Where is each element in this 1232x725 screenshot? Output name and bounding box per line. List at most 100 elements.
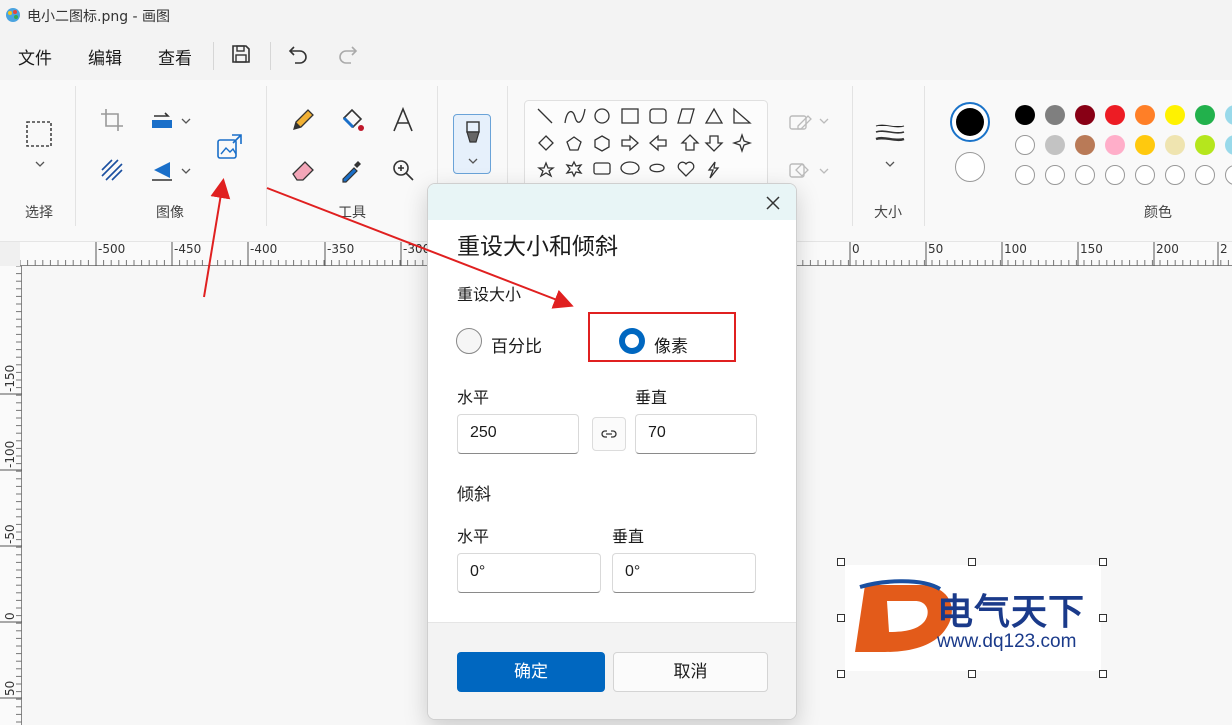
- ruler-label: 50: [928, 242, 944, 256]
- horizontal-size-input[interactable]: 250: [457, 414, 579, 454]
- ruler-ticks: [0, 266, 22, 723]
- resize-handle[interactable]: [837, 614, 845, 622]
- color-swatch[interactable]: [1075, 135, 1095, 155]
- flip-icon[interactable]: [148, 156, 176, 184]
- ruler-label: -450: [174, 242, 202, 256]
- highlight-box: [588, 312, 736, 362]
- ruler-label: -500: [98, 242, 126, 256]
- shape-outline-icon[interactable]: [786, 108, 814, 136]
- percentage-label[interactable]: 百分比: [491, 332, 542, 357]
- chevron-down-icon[interactable]: [180, 115, 192, 127]
- ok-button[interactable]: 确定: [457, 652, 605, 692]
- paint-app-icon: [6, 8, 20, 22]
- color-swatch[interactable]: [1195, 135, 1215, 155]
- close-icon[interactable]: [762, 192, 784, 214]
- undo-icon[interactable]: [286, 42, 310, 66]
- custom-color-slot[interactable]: [1195, 165, 1215, 185]
- ruler-label: -350: [327, 242, 355, 256]
- chevron-down-icon[interactable]: [818, 115, 830, 127]
- vertical-ruler: -150 -100 -50 0 50: [0, 266, 22, 725]
- color-swatch[interactable]: [1045, 135, 1065, 155]
- color-swatch[interactable]: [1165, 135, 1185, 155]
- skew-horizontal-input[interactable]: 0°: [457, 553, 601, 593]
- ruler-label: -400: [250, 242, 278, 256]
- shape-fill-icon[interactable]: [786, 156, 814, 184]
- color-swatch[interactable]: [1165, 105, 1185, 125]
- vertical-size-input[interactable]: 70: [635, 414, 757, 454]
- selected-image[interactable]: 电气天下 www.dq123.com: [845, 565, 1101, 671]
- color-swatch[interactable]: [1135, 135, 1155, 155]
- color-swatch[interactable]: [1225, 105, 1232, 125]
- menu-edit[interactable]: 编辑: [88, 44, 122, 69]
- color-picker-icon[interactable]: [338, 156, 366, 184]
- color-swatch[interactable]: [1015, 135, 1035, 155]
- color-swatch[interactable]: [1075, 105, 1095, 125]
- ruler-label: 150: [1080, 242, 1103, 256]
- chevron-down-icon[interactable]: [818, 165, 830, 177]
- secondary-color-swatch[interactable]: [955, 152, 985, 182]
- ruler-label: -150: [3, 364, 17, 392]
- skew-vertical-label: 垂直: [612, 527, 645, 546]
- dialog-header: [428, 184, 796, 220]
- menu-view[interactable]: 查看: [158, 44, 192, 69]
- color-swatch[interactable]: [1135, 105, 1155, 125]
- resize-handle[interactable]: [1099, 614, 1107, 622]
- color-swatch[interactable]: [1015, 105, 1035, 125]
- select-all-pattern-icon[interactable]: [98, 156, 126, 184]
- ruler-label: 0: [852, 242, 860, 256]
- ruler-label: 200: [1156, 242, 1179, 256]
- selection-rectangle-icon[interactable]: [25, 120, 53, 148]
- custom-color-slot[interactable]: [1225, 165, 1232, 185]
- resize-handle[interactable]: [968, 558, 976, 566]
- redo-icon[interactable]: [336, 42, 360, 66]
- group-label-image: 图像: [156, 205, 184, 221]
- resize-image-icon[interactable]: [216, 132, 244, 160]
- percentage-radio[interactable]: [456, 328, 482, 354]
- group-separator: [266, 86, 267, 226]
- color-swatch[interactable]: [1225, 135, 1232, 155]
- chevron-down-icon: [468, 158, 478, 164]
- color-swatch[interactable]: [1045, 105, 1065, 125]
- group-separator: [852, 86, 853, 226]
- color-swatch[interactable]: [1105, 105, 1125, 125]
- chevron-down-icon[interactable]: [34, 158, 46, 170]
- resize-handle[interactable]: [837, 670, 845, 678]
- group-label-tools: 工具: [338, 205, 366, 221]
- rotate-icon[interactable]: [148, 106, 176, 134]
- ruler-label: 0: [3, 612, 17, 620]
- resize-handle[interactable]: [837, 558, 845, 566]
- crop-icon[interactable]: [98, 106, 126, 134]
- magnifier-icon[interactable]: [389, 156, 417, 184]
- chevron-down-icon[interactable]: [180, 165, 192, 177]
- save-icon[interactable]: [229, 42, 253, 66]
- brand-url: www.dq123.com: [937, 631, 1077, 652]
- menu-file[interactable]: 文件: [18, 44, 52, 69]
- ruler-label: -50: [3, 524, 17, 544]
- eraser-icon[interactable]: [289, 156, 317, 184]
- color-swatch[interactable]: [1105, 135, 1125, 155]
- primary-color-selector[interactable]: [950, 102, 990, 142]
- window-title: 电小二图标.png - 画图: [27, 9, 171, 25]
- vertical-label: 垂直: [635, 388, 668, 407]
- cancel-button[interactable]: 取消: [613, 652, 768, 692]
- text-tool-icon[interactable]: [389, 106, 417, 134]
- ruler-label: 100: [1004, 242, 1027, 256]
- maintain-aspect-ratio-button[interactable]: [592, 417, 626, 451]
- stroke-size-icon[interactable]: [874, 120, 906, 148]
- color-swatch[interactable]: [1195, 105, 1215, 125]
- custom-color-slot[interactable]: [1165, 165, 1185, 185]
- resize-handle[interactable]: [968, 670, 976, 678]
- custom-color-slot[interactable]: [1045, 165, 1065, 185]
- custom-color-slot[interactable]: [1135, 165, 1155, 185]
- skew-vertical-input[interactable]: 0°: [612, 553, 756, 593]
- custom-color-slot[interactable]: [1105, 165, 1125, 185]
- custom-color-slot[interactable]: [1075, 165, 1095, 185]
- resize-handle[interactable]: [1099, 670, 1107, 678]
- custom-color-slot[interactable]: [1015, 165, 1035, 185]
- shapes-gallery[interactable]: [524, 100, 768, 190]
- fill-bucket-icon[interactable]: [338, 106, 366, 134]
- pencil-icon[interactable]: [289, 106, 317, 134]
- chevron-down-icon[interactable]: [884, 158, 896, 170]
- resize-handle[interactable]: [1099, 558, 1107, 566]
- brushes-button[interactable]: [453, 114, 491, 174]
